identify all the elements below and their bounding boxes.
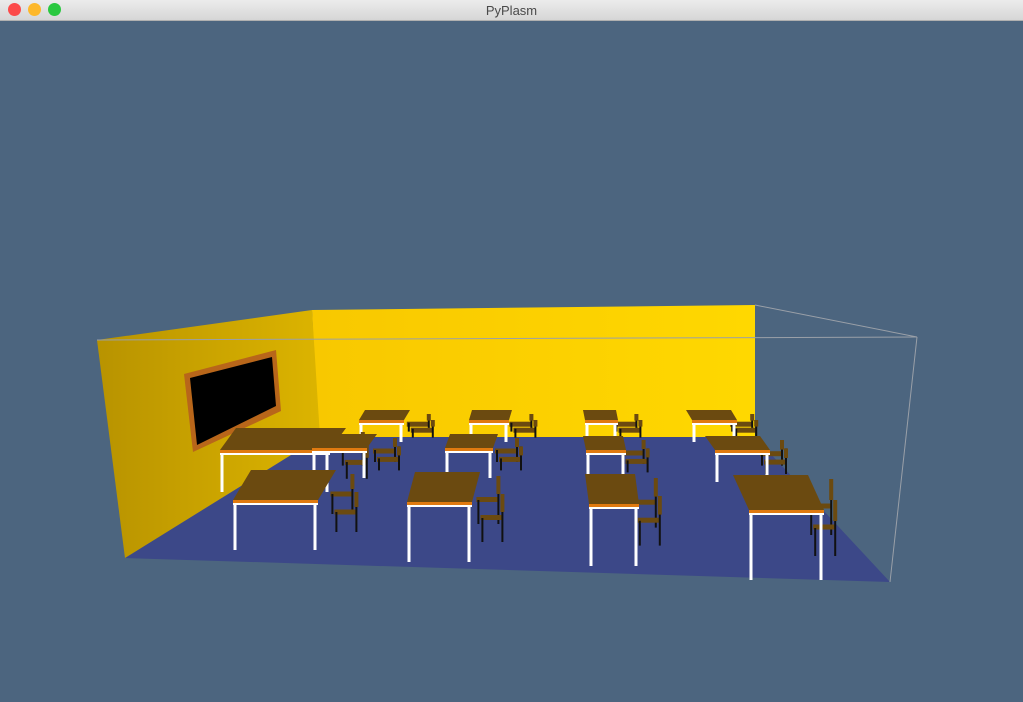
desk-top xyxy=(312,434,377,448)
classroom-scene[interactable] xyxy=(0,21,1023,697)
desk-top xyxy=(233,470,336,500)
3d-viewport[interactable] xyxy=(0,21,1023,697)
desk-top xyxy=(733,475,824,510)
desk-top xyxy=(585,474,639,504)
desk-top xyxy=(583,436,626,450)
desk-top xyxy=(705,436,770,450)
window-titlebar: PyPlasm xyxy=(0,0,1023,21)
desk-top xyxy=(445,434,498,448)
desk-top xyxy=(686,410,737,420)
desk-top xyxy=(407,472,480,502)
desk-top xyxy=(469,410,512,420)
desk-top xyxy=(583,410,618,420)
desk-top xyxy=(359,410,410,420)
window-title: PyPlasm xyxy=(485,3,538,18)
